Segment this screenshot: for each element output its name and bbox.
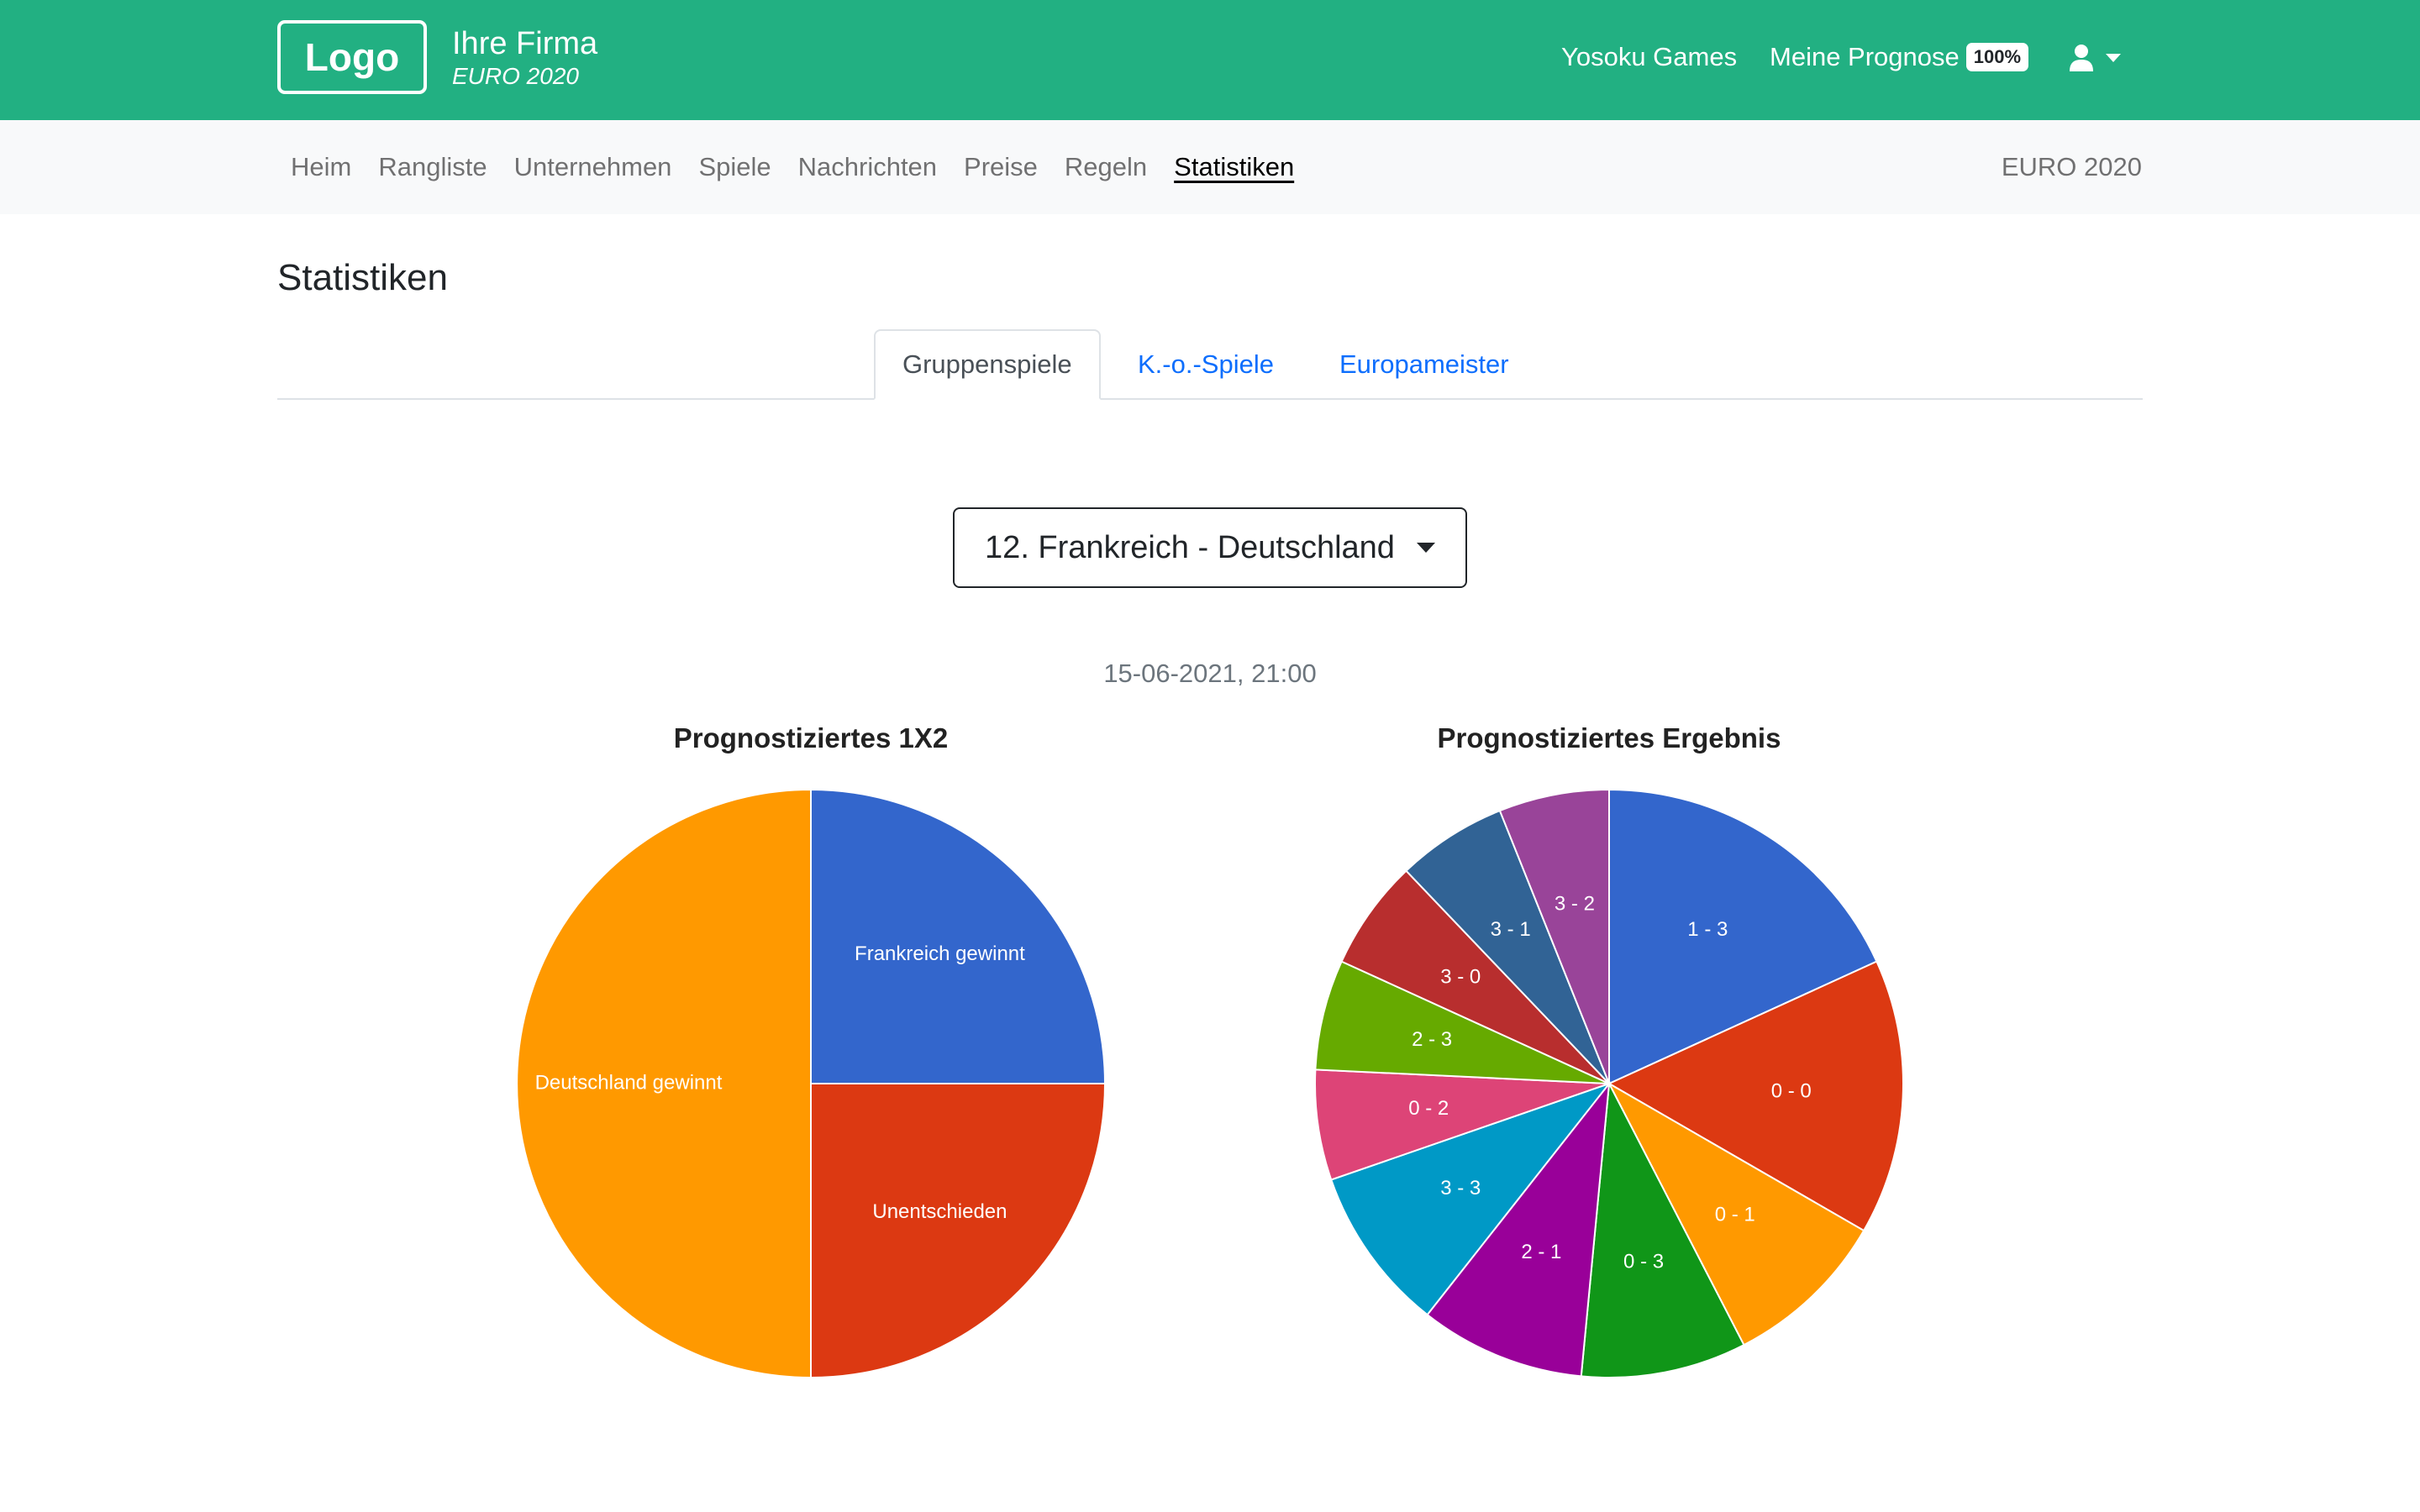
nav-item-heim[interactable]: Heim	[277, 152, 365, 182]
my-prognosis-link[interactable]: Meine Prognose 100%	[1770, 42, 2029, 72]
pie-label-1-3: 1 - 3	[1687, 918, 1728, 941]
match-select-value: 12. Frankreich - Deutschland	[985, 529, 1395, 565]
nav-item-regeln[interactable]: Regeln	[1051, 152, 1160, 182]
my-prognosis-label: Meine Prognose	[1770, 42, 1960, 71]
chart-title-result: Prognostiziertes Ergebnis	[1437, 722, 1781, 753]
match-select[interactable]: 12. Frankreich - Deutschland	[953, 507, 1467, 588]
pie-slice-frankreich-gewinnt[interactable]	[810, 788, 1107, 1084]
pie-label-2-1: 2 - 1	[1521, 1241, 1561, 1263]
nav-item-rangliste[interactable]: Rangliste	[365, 152, 500, 182]
logo[interactable]: Logo	[277, 20, 427, 94]
pie-label-2-3: 2 - 3	[1412, 1028, 1452, 1051]
user-icon	[2070, 45, 2093, 71]
prognosis-badge: 100%	[1965, 43, 2029, 71]
nav-item-nachrichten[interactable]: Nachrichten	[785, 152, 950, 182]
tab-ko-spiele[interactable]: K.-o.-Spiele	[1111, 329, 1301, 400]
pie-chart-result: 1 - 3 0 - 0 0 - 1 0 - 3 2 - 1 3 - 3 0 - 2 2 - 3…	[1314, 788, 1904, 1378]
pie-label-unentschieden: Unentschieden	[872, 1200, 1007, 1223]
tab-gruppenspiele[interactable]: Gruppenspiele	[874, 329, 1101, 400]
tournament-name: EURO 2020	[452, 63, 579, 89]
page-title: Statistiken	[277, 257, 448, 298]
chevron-down-icon	[1416, 543, 1435, 553]
chevron-down-icon	[2106, 54, 2121, 62]
chart-title-1x2: Prognostiziertes 1X2	[673, 722, 949, 753]
pie-label-3-3: 3 - 3	[1440, 1177, 1481, 1200]
pie-label-3-2: 3 - 2	[1555, 892, 1595, 915]
pie-chart-1x2: Frankreich gewinnt Unentschieden Deutschla…	[516, 788, 1107, 1379]
nav-tournament-label[interactable]: EURO 2020	[2002, 120, 2142, 214]
pie-label-0-3: 0 - 3	[1623, 1250, 1664, 1273]
brand: Ihre Firma EURO 2020	[452, 25, 597, 91]
pie-slice-unentschieden[interactable]	[810, 1083, 1107, 1379]
match-date: 15-06-2021, 21:00	[1103, 659, 1317, 688]
pie-label-0-1: 0 - 1	[1715, 1203, 1755, 1226]
nav-item-statistiken[interactable]: Statistiken	[1160, 152, 1307, 182]
company-name: Ihre Firma	[452, 26, 598, 61]
yosoku-games-link[interactable]: Yosoku Games	[1561, 42, 1737, 72]
user-menu-button[interactable]	[2069, 44, 2121, 72]
pie-label-deutschland-gewinnt: Deutschland gewinnt	[535, 1071, 723, 1094]
main-nav: Heim Rangliste Unternehmen Spiele Nachri…	[0, 120, 2420, 214]
pie-label-3-1: 3 - 1	[1491, 918, 1531, 941]
top-header: Logo Ihre Firma EURO 2020 Yosoku Games M…	[0, 0, 2420, 120]
nav-list: Heim Rangliste Unternehmen Spiele Nachri…	[277, 120, 1307, 214]
pie-label-0-0: 0 - 0	[1771, 1080, 1812, 1103]
pie-label-0-2: 0 - 2	[1408, 1097, 1449, 1120]
pie-label-3-0: 3 - 0	[1440, 965, 1481, 988]
nav-item-spiele[interactable]: Spiele	[685, 152, 784, 182]
tab-europameister[interactable]: Europameister	[1313, 329, 1536, 400]
nav-item-unternehmen[interactable]: Unternehmen	[501, 152, 686, 182]
nav-item-preise[interactable]: Preise	[950, 152, 1051, 182]
pie-label-frankreich-gewinnt: Frankreich gewinnt	[855, 942, 1025, 965]
